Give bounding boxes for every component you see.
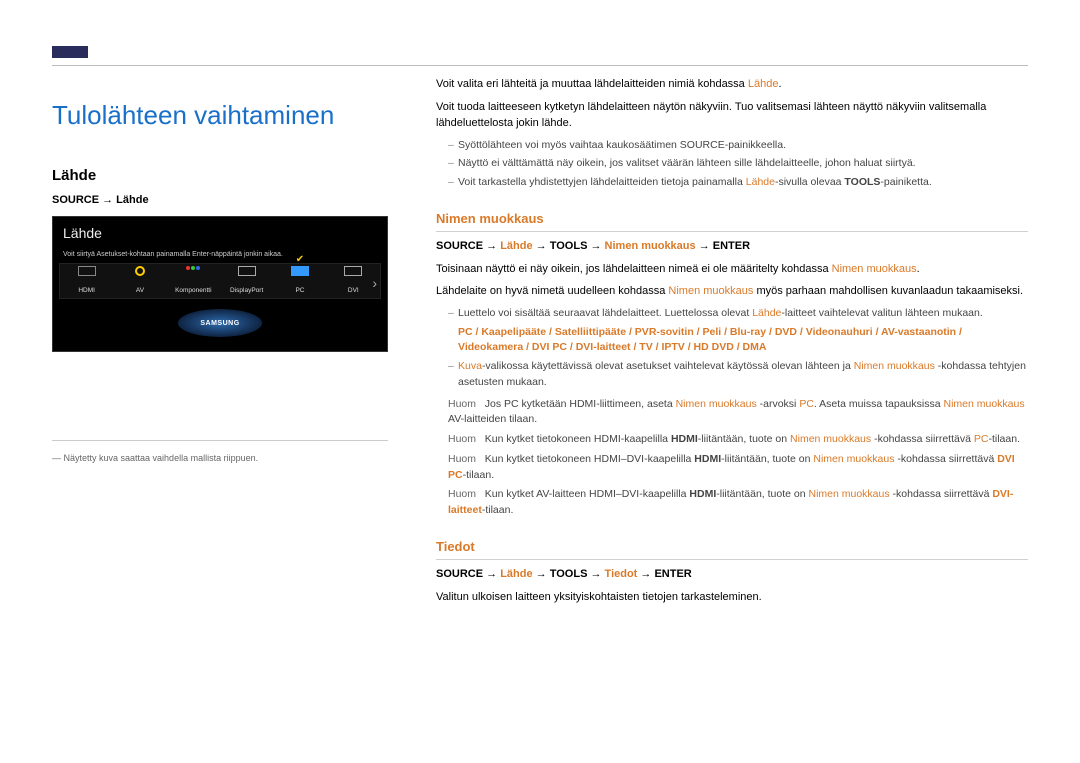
dvi-icon: [344, 266, 362, 276]
right-column: Voit valita eri lähteitä ja muuttaa lähd…: [436, 76, 1028, 611]
screenshot-title: Lähde: [63, 225, 102, 241]
page-title: Tulolähteen vaihtaminen: [52, 100, 388, 131]
source-item-av[interactable]: ✔ AV: [113, 266, 166, 297]
hdmi-icon: [78, 266, 96, 276]
nimen-muokkaus-path: SOURCE → Lähde → TOOLS → Nimen muokkaus …: [436, 238, 1028, 255]
top-rule: [52, 46, 1028, 66]
sec1-list-kuva: Kuva-valikossa käytettävissä olevat aset…: [448, 359, 1028, 391]
note-2: Näyttö ei välttämättä näy oikein, jos va…: [448, 156, 1028, 172]
page: Tulolähteen vaihtaminen Lähde SOURCE → L…: [0, 0, 1080, 641]
intro-1: Voit valita eri lähteitä ja muuttaa lähd…: [436, 76, 1028, 93]
sec1-p1: Toisinaan näyttö ei näy oikein, jos lähd…: [436, 261, 1028, 278]
chevron-right-icon[interactable]: ›: [372, 275, 377, 291]
source-heading: Lähde: [52, 167, 388, 184]
sec1-p2: Lähdelaite on hyvä nimetä uudelleen kohd…: [436, 283, 1028, 300]
screenshot-caption: ― Näytetty kuva saattaa vaihdella mallis…: [52, 440, 388, 463]
device-list: PC / Kaapelipääte / Satelliittipääte / P…: [458, 325, 1028, 357]
huom-4: Huom Kun kytket AV-laitteen HDMI–DVI-kaa…: [448, 487, 1028, 519]
tiedot-path: SOURCE → Lähde → TOOLS → Tiedot → ENTER: [436, 566, 1028, 583]
screenshot-hint: Voit siirtyä Asetukset-kohtaan painamall…: [63, 251, 283, 258]
tiedot-heading: Tiedot: [436, 537, 1028, 561]
nimen-muokkaus-heading: Nimen muokkaus: [436, 209, 1028, 233]
component-icon: [184, 266, 202, 276]
sec1-list-intro: Luettelo voi sisältää seuraavat lähdelai…: [448, 306, 1028, 356]
source-item-component[interactable]: ✔ Komponentti: [167, 266, 220, 297]
av-icon: [135, 266, 145, 276]
source-item-displayport[interactable]: ✔ DisplayPort: [220, 266, 273, 297]
huom-1: Huom Jos PC kytketään HDMI-liittimeen, a…: [448, 397, 1028, 429]
intro-notes: Syöttölähteen voi myös vaihtaa kaukosäät…: [448, 138, 1028, 191]
note-1: Syöttölähteen voi myös vaihtaa kaukosäät…: [448, 138, 1028, 154]
intro-2: Voit tuoda laitteeseen kytketyn lähdelai…: [436, 99, 1028, 132]
check-icon: ✔: [296, 254, 304, 265]
note-3: Voit tarkastella yhdistettyjen lähdelait…: [448, 175, 1028, 191]
pc-icon: [291, 266, 309, 276]
huom-3: Huom Kun kytket tietokoneen HDMI–DVI-kaa…: [448, 452, 1028, 484]
displayport-icon: [238, 266, 256, 276]
source-path: SOURCE → Lähde: [52, 194, 388, 206]
screenshot: Lähde Voit siirtyä Asetukset-kohtaan pai…: [52, 216, 388, 352]
source-item-pc[interactable]: ✔ PC: [273, 266, 326, 297]
left-column: Tulolähteen vaihtaminen Lähde SOURCE → L…: [52, 76, 388, 611]
source-item-hdmi[interactable]: ✔ HDMI: [60, 266, 113, 297]
samsung-logo: SAMSUNG: [178, 309, 262, 337]
huom-2: Huom Kun kytket tietokoneen HDMI-kaapeli…: [448, 432, 1028, 448]
source-row: ✔ HDMI ✔ AV ✔ Komponentti: [59, 263, 381, 299]
sec1-list: Luettelo voi sisältää seuraavat lähdelai…: [448, 306, 1028, 391]
tiedot-p: Valitun ulkoisen laitteen yksityiskohtai…: [436, 589, 1028, 606]
